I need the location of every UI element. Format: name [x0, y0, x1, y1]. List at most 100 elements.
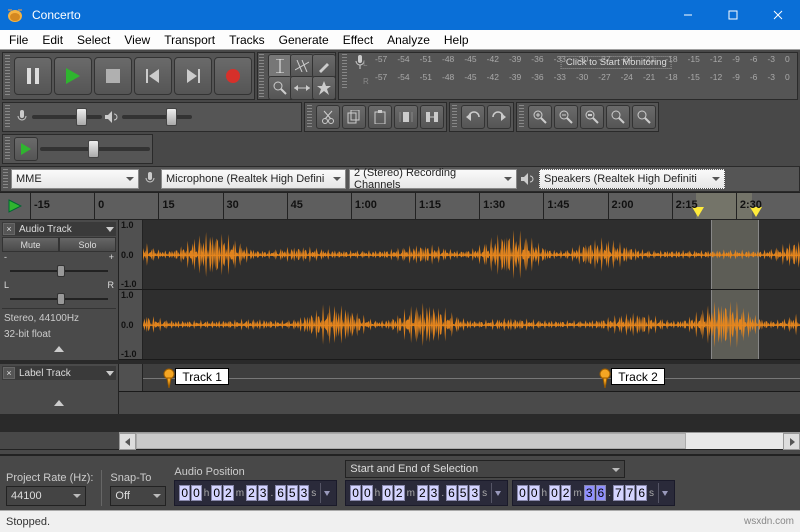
draw-tool[interactable]	[312, 54, 336, 78]
track-menu-button[interactable]	[105, 368, 115, 378]
menu-transport[interactable]: Transport	[157, 32, 222, 48]
label-track: × Label Track Track 1 Track 2	[0, 364, 800, 392]
toolbar-grip[interactable]	[519, 105, 524, 129]
menu-view[interactable]: View	[117, 32, 157, 48]
hscroll-row	[0, 432, 800, 449]
close-button[interactable]	[755, 0, 800, 30]
track-close-button[interactable]: ×	[3, 367, 15, 379]
pause-button[interactable]	[14, 57, 52, 95]
track-pan-slider[interactable]	[10, 293, 108, 305]
selection-end-field[interactable]: 00h02m36.776s	[512, 480, 675, 506]
scroll-left-button[interactable]	[119, 433, 136, 450]
track-collapse-button[interactable]	[0, 392, 119, 414]
label-channel[interactable]: Track 1 Track 2	[119, 364, 800, 392]
vert-scale[interactable]: 1.0 0.0 -1.0	[119, 290, 143, 359]
multi-tool[interactable]	[312, 76, 336, 100]
track-info-rate: Stereo, 44100Hz	[2, 311, 116, 327]
selection-bar: Project Rate (Hz): 44100 Snap-To Off Aud…	[0, 455, 800, 510]
audio-host-select[interactable]: MME	[11, 169, 139, 189]
track-collapse-button[interactable]	[2, 343, 116, 358]
rec-device-select[interactable]: Microphone (Realtek High Defini	[161, 169, 346, 189]
menu-file[interactable]: File	[2, 32, 35, 48]
scroll-right-button[interactable]	[783, 433, 800, 450]
zoom-toggle-button[interactable]	[632, 105, 656, 129]
tracks-area: × Audio Track Mute Solo -+ LR Stereo, 44…	[0, 220, 800, 414]
label-text: Track 2	[611, 368, 665, 385]
toolbar-grip[interactable]	[452, 105, 457, 129]
play-at-speed-button[interactable]	[14, 137, 38, 161]
rec-volume-slider[interactable]	[32, 115, 102, 119]
menu-effect[interactable]: Effect	[336, 32, 380, 48]
toolbar-grip[interactable]	[5, 55, 10, 97]
skip-end-button[interactable]	[174, 57, 212, 95]
selection-tool[interactable]	[268, 54, 292, 78]
track-close-button[interactable]: ×	[3, 223, 15, 235]
titlebar: Concerto	[0, 0, 800, 30]
play-device-select[interactable]: Speakers (Realtek High Definiti	[539, 169, 725, 189]
maximize-button[interactable]	[710, 0, 755, 30]
rec-meter-hint[interactable]: Click to Start Monitoring	[561, 56, 672, 69]
toolbar-grip[interactable]	[342, 54, 347, 90]
menu-generate[interactable]: Generate	[272, 32, 336, 48]
track-menu-button[interactable]	[105, 224, 115, 234]
selection-mode-select[interactable]: Start and End of Selection	[345, 460, 625, 478]
track-gain-slider[interactable]	[10, 265, 108, 277]
toolbar-grip[interactable]	[5, 105, 10, 129]
toolbar-grip[interactable]	[5, 137, 10, 161]
minimize-button[interactable]	[665, 0, 710, 30]
menu-analyze[interactable]: Analyze	[380, 32, 437, 48]
timeline-play-region[interactable]	[0, 193, 30, 219]
redo-button[interactable]	[487, 105, 511, 129]
waveform-channel-right[interactable]: 1.0 0.0 -1.0	[119, 290, 800, 360]
scroll-thumb[interactable]	[136, 433, 686, 449]
audio-position-field[interactable]: 00h02m23.653s	[174, 480, 337, 506]
menu-help[interactable]: Help	[437, 32, 476, 48]
mic-vol-icon	[14, 109, 30, 125]
recording-meter: -57-54-51-48-45-42-39-36-33-30-27-24-21-…	[338, 52, 798, 100]
record-button[interactable]	[214, 57, 252, 95]
playback-speed-slider[interactable]	[40, 147, 150, 151]
envelope-tool[interactable]	[290, 54, 314, 78]
trim-button[interactable]	[394, 105, 418, 129]
hscrollbar[interactable]	[119, 432, 800, 449]
solo-button[interactable]: Solo	[59, 237, 116, 252]
menu-edit[interactable]: Edit	[35, 32, 70, 48]
zoom-out-button[interactable]	[554, 105, 578, 129]
device-toolbar: MME Microphone (Realtek High Defini 2 (S…	[0, 166, 800, 192]
paste-button[interactable]	[368, 105, 392, 129]
snap-to-select[interactable]: Off	[110, 486, 166, 506]
rec-channels-select[interactable]: 2 (Stereo) Recording Channels	[349, 169, 517, 189]
label-marker[interactable]: Track 1	[163, 368, 229, 388]
project-rate-select[interactable]: 44100	[6, 486, 86, 506]
toolbar-grip[interactable]	[3, 169, 8, 189]
zoom-tool[interactable]	[268, 76, 292, 100]
copy-button[interactable]	[342, 105, 366, 129]
skip-start-button[interactable]	[134, 57, 172, 95]
toolbar-area-2	[0, 102, 800, 166]
zoom-in-button[interactable]	[528, 105, 552, 129]
play-volume-slider[interactable]	[122, 115, 192, 119]
app-icon	[6, 7, 26, 23]
toolbar-grip[interactable]	[307, 105, 312, 129]
fit-selection-button[interactable]	[580, 105, 604, 129]
track-name[interactable]: Audio Track	[17, 224, 103, 235]
play-button[interactable]	[54, 57, 92, 95]
mute-button[interactable]: Mute	[2, 237, 59, 252]
timeshift-tool[interactable]	[290, 76, 314, 100]
rec-meter-r[interactable]: -57-54-51-48-45-42-39-36-33-30-27-24-21-…	[371, 72, 794, 90]
silence-button[interactable]	[420, 105, 444, 129]
menu-select[interactable]: Select	[70, 32, 117, 48]
waveform-channel-left[interactable]: 1.0 0.0 -1.0	[119, 220, 800, 290]
stop-button[interactable]	[94, 57, 132, 95]
audio-track: × Audio Track Mute Solo -+ LR Stereo, 44…	[0, 220, 800, 360]
toolbar-grip[interactable]	[259, 54, 264, 98]
timeline-ruler[interactable]: -1501530451:001:151:301:452:002:152:302:…	[0, 192, 800, 220]
cut-button[interactable]	[316, 105, 340, 129]
selection-start-field[interactable]: 00h02m23.653s	[345, 480, 508, 506]
vert-scale[interactable]: 1.0 0.0 -1.0	[119, 220, 143, 289]
track-name[interactable]: Label Track	[17, 368, 103, 379]
undo-button[interactable]	[461, 105, 485, 129]
menu-tracks[interactable]: Tracks	[222, 32, 272, 48]
label-marker[interactable]: Track 2	[599, 368, 665, 388]
fit-project-button[interactable]	[606, 105, 630, 129]
